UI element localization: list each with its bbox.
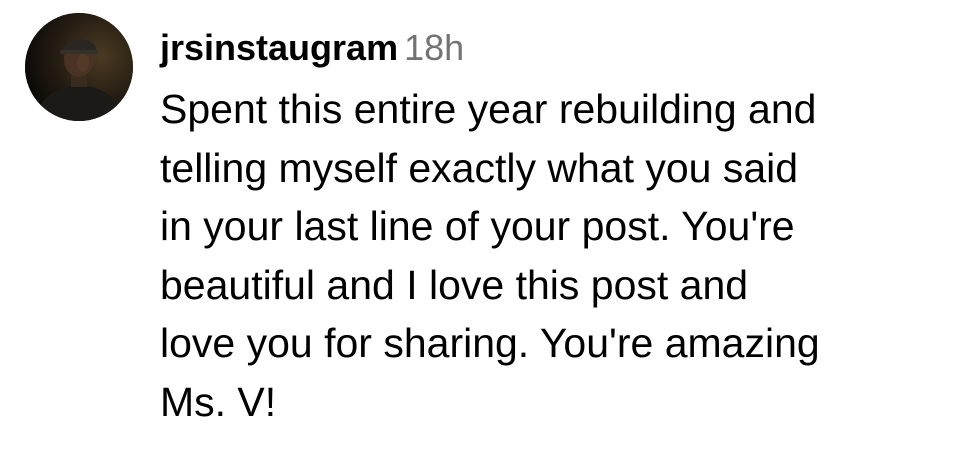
avatar[interactable] — [25, 13, 133, 121]
comment-text-line: in your last line of your post. You're — [160, 203, 795, 249]
comment-text-line: telling myself exactly what you said — [160, 144, 799, 191]
comment-text-line: Spent this entire year rebuilding and — [160, 86, 817, 132]
comment-text: Spent this entire year rebuilding and te… — [160, 80, 960, 431]
comment-text-line: Ms. V! — [160, 378, 277, 425]
comment-text-line: beautiful and I love this post and — [160, 261, 749, 308]
comment-text-line: love you for sharing. You're amazing — [160, 320, 820, 366]
comment-header: jrsinstaugram 18h — [160, 20, 464, 76]
avatar-photo-icon — [25, 13, 133, 121]
username-link[interactable]: jrsinstaugram — [160, 27, 398, 68]
comment: jrsinstaugram 18h Spent this entire year … — [0, 0, 980, 456]
timestamp[interactable]: 18h — [404, 27, 464, 68]
